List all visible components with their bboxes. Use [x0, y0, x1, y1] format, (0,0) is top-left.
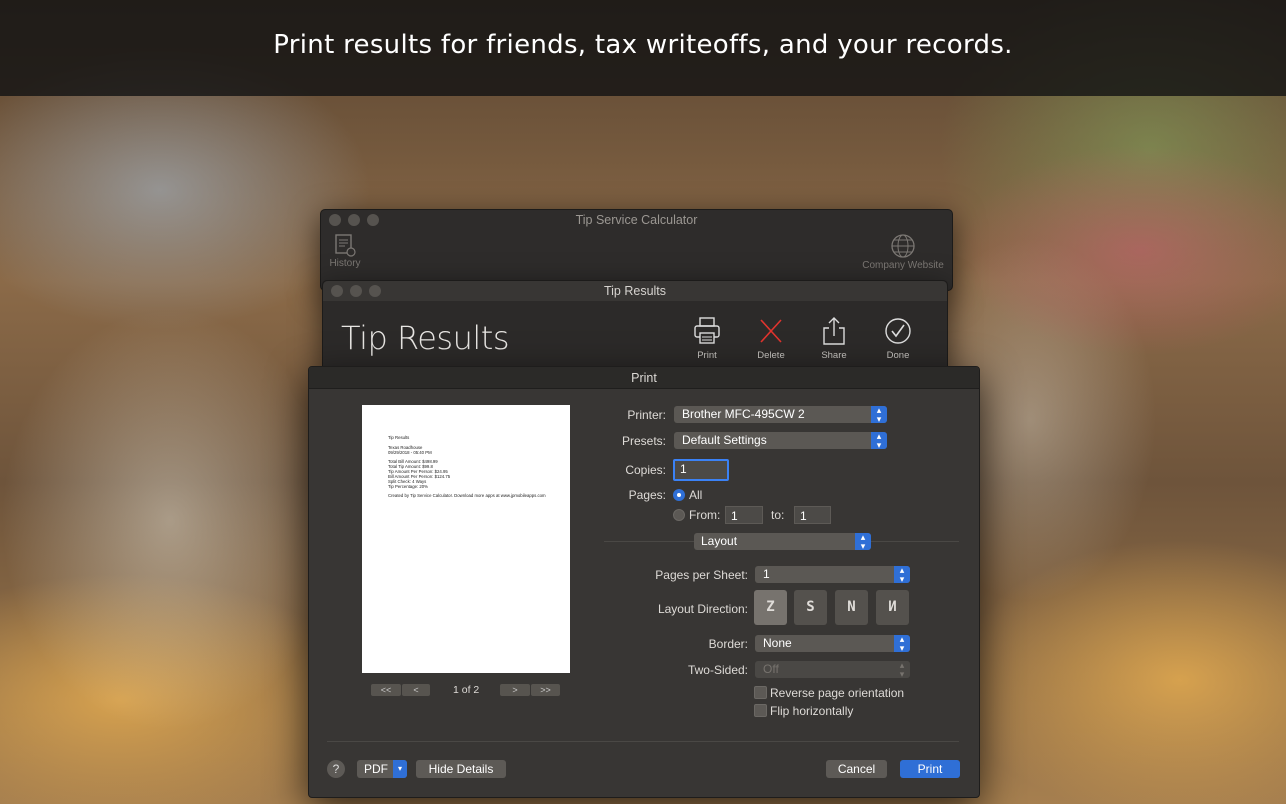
company-website-button[interactable]: Company Website — [857, 232, 949, 271]
main-window-title: Tip Service Calculator — [575, 213, 698, 227]
company-website-label: Company Website — [862, 260, 944, 271]
pages-range-radio[interactable] — [673, 509, 685, 521]
checkmark-circle-icon — [885, 318, 911, 344]
reverse-orientation-label: Reverse page orientation — [770, 686, 905, 700]
receipt-icon — [335, 234, 356, 257]
main-window-titlebar[interactable]: Tip Service Calculator — [321, 210, 952, 230]
cancel-button[interactable]: Cancel — [826, 760, 887, 778]
presets-select[interactable]: Default Settings ▴ ▾ — [674, 432, 887, 449]
layout-direction-n-button[interactable]: N — [835, 590, 868, 625]
pdf-label: PDF — [364, 762, 388, 776]
done-action-label: Done — [886, 350, 910, 361]
printer-label: Printer: — [627, 408, 666, 422]
reverse-orientation-checkbox[interactable] — [754, 686, 767, 699]
chevron-updown-icon: ▴ ▾ — [871, 406, 887, 423]
last-page-button[interactable]: >> — [531, 684, 560, 696]
chevron-updown-icon: ▴ ▾ — [894, 566, 910, 583]
pages-all-label: All — [689, 488, 703, 502]
layout-direction-reverse-n-button[interactable]: И — [876, 590, 909, 625]
flip-horizontally-checkbox[interactable] — [754, 704, 767, 717]
main-window: Tip Service Calculator History Company W… — [320, 209, 953, 291]
print-preview-page: Tip Results Texas Roadhouse 09/29/2018 -… — [362, 405, 570, 673]
tip-results-window: Tip Results Tip Results Print Delete Sha… — [322, 280, 948, 372]
next-page-button[interactable]: > — [500, 684, 530, 696]
copies-label: Copies: — [625, 463, 666, 477]
delete-action-button[interactable]: Delete — [746, 315, 796, 361]
history-label: History — [329, 258, 361, 269]
chevron-down-icon: ▾ — [393, 760, 407, 778]
copies-field[interactable]: 1 — [673, 459, 729, 481]
pages-all-radio[interactable] — [673, 489, 685, 501]
presets-select-value: Default Settings — [682, 433, 767, 447]
printer-select[interactable]: Brother MFC-495CW 2 ▴ ▾ — [674, 406, 887, 423]
tip-results-window-title: Tip Results — [603, 284, 667, 298]
chevron-updown-icon: ▴ ▾ — [871, 432, 887, 449]
layout-direction-s-button[interactable]: S — [794, 590, 827, 625]
two-sided-label: Two-Sided: — [687, 663, 748, 677]
pages-per-sheet-value: 1 — [763, 567, 770, 581]
history-button[interactable]: History — [327, 232, 363, 269]
hide-details-button[interactable]: Hide Details — [416, 760, 506, 778]
preview-line: 09/29/2018 - 05:40 PM — [388, 450, 432, 455]
printer-select-value: Brother MFC-495CW 2 — [682, 407, 805, 421]
preview-line: Tip Results — [388, 435, 410, 440]
section-select[interactable]: Layout ▴ ▾ — [694, 533, 871, 550]
delete-x-icon — [760, 319, 782, 343]
banner-caption: Print results for friends, tax writeoffs… — [273, 30, 1013, 60]
print-button[interactable]: Print — [900, 760, 960, 778]
globe-icon — [891, 234, 915, 258]
border-label: Border: — [708, 637, 748, 651]
preview-pager: << < 1 of 2 > >> — [371, 684, 561, 696]
flip-horizontally-label: Flip horizontally — [770, 704, 854, 718]
first-page-button[interactable]: << — [371, 684, 401, 696]
pages-to-field[interactable]: 1 — [794, 506, 831, 524]
chevron-updown-icon: ▴ ▾ — [894, 661, 910, 678]
previous-page-button[interactable]: < — [402, 684, 430, 696]
done-action-button[interactable]: Done — [873, 315, 923, 361]
two-sided-select: Off ▴ ▾ — [755, 661, 910, 678]
pages-from-field[interactable]: 1 — [725, 506, 763, 524]
print-action-button[interactable]: Print — [682, 315, 732, 361]
page-indicator: 1 of 2 — [453, 684, 480, 696]
border-select-value: None — [763, 636, 792, 650]
delete-action-label: Delete — [757, 350, 785, 361]
print-action-label: Print — [697, 350, 717, 361]
border-select[interactable]: None ▴ ▾ — [755, 635, 910, 652]
chevron-updown-icon: ▴ ▾ — [855, 533, 871, 550]
share-action-button[interactable]: Share — [809, 315, 859, 361]
chevron-updown-icon: ▴ ▾ — [894, 635, 910, 652]
pages-per-sheet-select[interactable]: 1 ▴ ▾ — [755, 566, 910, 583]
print-dialog-title: Print — [631, 371, 657, 385]
footer-divider — [327, 741, 959, 742]
share-action-label: Share — [821, 350, 847, 361]
layout-direction-z-button[interactable]: Z — [754, 590, 787, 625]
pages-label: Pages: — [628, 488, 666, 502]
tip-results-titlebar[interactable]: Tip Results — [323, 281, 947, 301]
two-sided-value: Off — [763, 662, 779, 676]
share-icon — [823, 317, 845, 345]
layout-direction-label: Layout Direction: — [657, 602, 748, 616]
presets-label: Presets: — [621, 434, 666, 448]
section-select-value: Layout — [701, 534, 738, 548]
pages-from-label: From: — [689, 508, 721, 522]
pages-to-label: to: — [771, 508, 785, 522]
preview-line: Created by Tip Service Calculator. Downl… — [388, 493, 546, 498]
promo-banner: Print results for friends, tax writeoffs… — [0, 0, 1286, 96]
help-button[interactable]: ? — [327, 760, 345, 778]
print-dialog: Print Tip Results Texas Roadhouse 09/29/… — [308, 366, 980, 798]
pdf-menu-button[interactable]: PDF ▾ — [357, 760, 407, 778]
printer-icon — [694, 317, 720, 344]
pages-per-sheet-label: Pages per Sheet: — [655, 568, 748, 582]
preview-line: Tip Percentage: 20% — [388, 484, 428, 489]
page-title: Tip Results — [341, 319, 509, 357]
